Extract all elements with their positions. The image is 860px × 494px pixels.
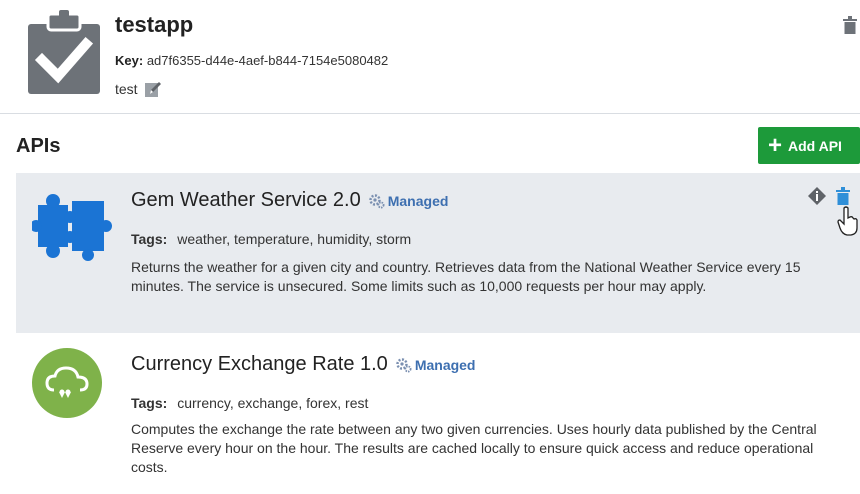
managed-badge: Managed (368, 192, 449, 209)
puzzle-icon (32, 194, 112, 261)
api-title[interactable]: Currency Exchange Rate 1.0 Managed (131, 353, 476, 376)
managed-badge-label: Managed (387, 192, 449, 209)
api-description: Computes the exchange the rate between a… (131, 421, 817, 475)
edit-pencil-icon[interactable] (144, 80, 162, 98)
app-header: testapp Key: ad7f6355-d44e-4aef-b844-715… (0, 0, 860, 114)
tags-value: currency, exchange, forex, rest (177, 395, 369, 411)
api-title[interactable]: Gem Weather Service 2.0 Managed (131, 189, 448, 212)
cloud-icon (32, 348, 102, 418)
tags-label: Tags: (131, 395, 168, 411)
app-key-value: ad7f6355-d44e-4aef-b844-7154e5080482 (146, 53, 389, 68)
add-api-button-label: Add API (788, 137, 842, 154)
api-description: Returns the weather for a given city and… (131, 259, 801, 294)
api-tags: Tags: weather, temperature, humidity, st… (131, 231, 411, 247)
api-list-item[interactable]: Gem Weather Service 2.0 Managed Tags: we… (16, 173, 860, 333)
gears-icon (396, 357, 412, 372)
delete-app-trash-icon[interactable] (843, 16, 857, 34)
app-description: test (115, 80, 162, 98)
clipboard-check-icon (28, 10, 100, 94)
add-api-button[interactable]: + Add API (758, 127, 860, 164)
api-name: Currency Exchange Rate 1.0 (131, 353, 388, 375)
apis-section-title: APIs (16, 135, 61, 157)
managed-badge: Managed (396, 357, 476, 373)
app-name: testapp (115, 12, 194, 37)
api-list-item[interactable]: Currency Exchange Rate 1.0 Managed Tags:… (16, 340, 860, 494)
plus-icon: + (768, 131, 783, 159)
api-tags: Tags: currency, exchange, forex, rest (131, 395, 368, 411)
info-icon[interactable] (808, 187, 826, 205)
app-description-text: test (115, 81, 138, 97)
app-key: Key: ad7f6355-d44e-4aef-b844-7154e508048… (115, 53, 388, 68)
delete-api-trash-icon[interactable] (836, 187, 850, 205)
tags-label: Tags: (131, 231, 168, 247)
managed-badge-label: Managed (414, 356, 476, 373)
gears-icon (368, 193, 385, 208)
card-actions (808, 187, 850, 205)
tags-value: weather, temperature, humidity, storm (177, 231, 412, 247)
app-key-label: Key: (115, 53, 144, 68)
api-name: Gem Weather Service 2.0 (131, 189, 361, 211)
